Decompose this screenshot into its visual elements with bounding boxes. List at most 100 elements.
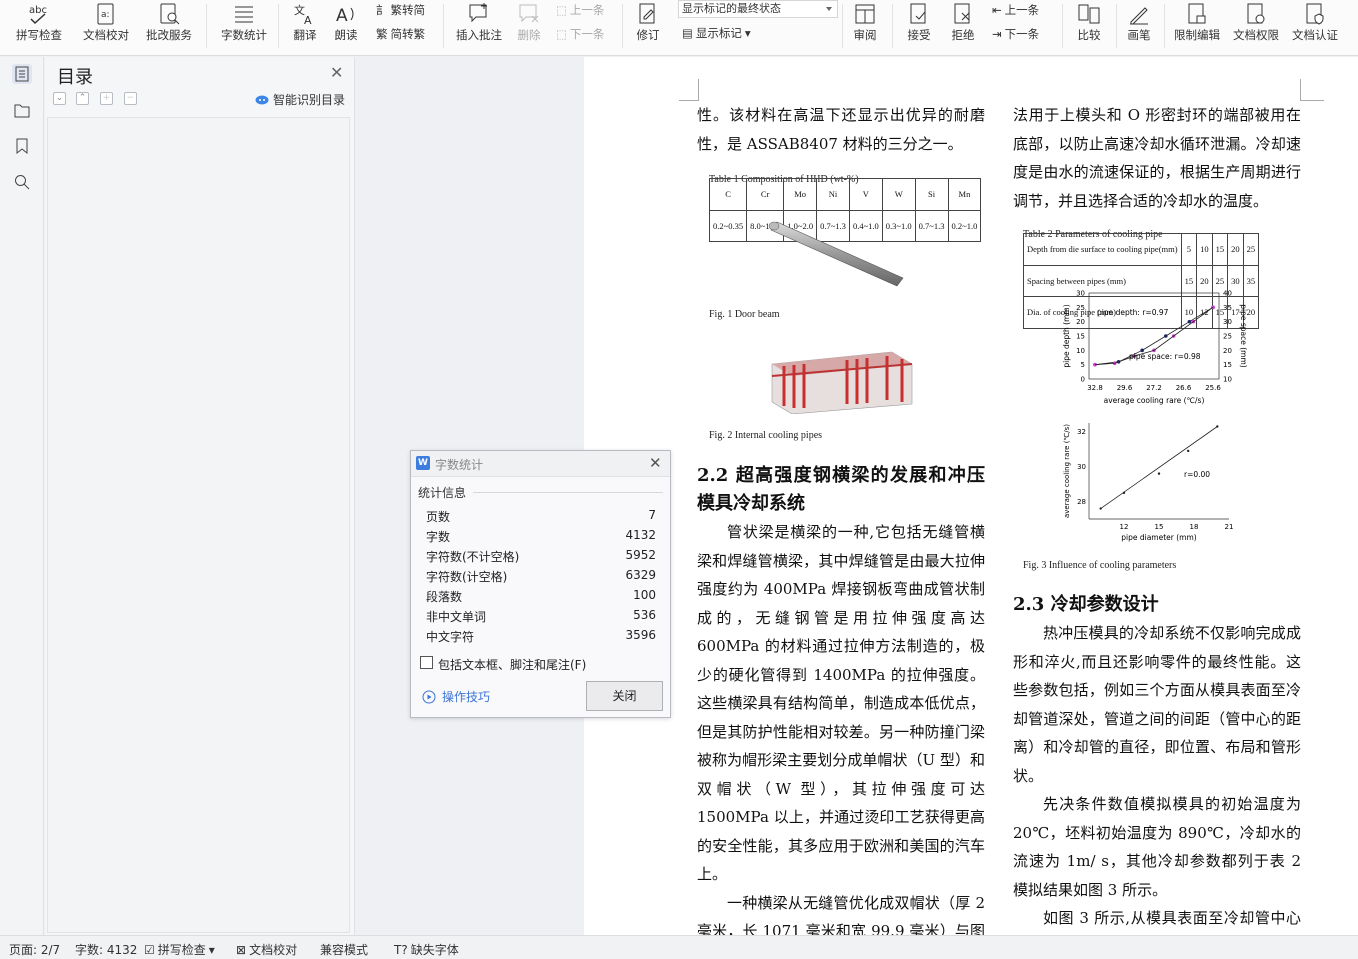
stat-row: 中文字符 3596 [426, 628, 656, 645]
x-tick-label: 25.6 [1205, 384, 1221, 392]
document-page[interactable]: 性。该材料在高温下还显示出优异的耐磨性，是 ASSAB8407 材料的三分之一。… [584, 57, 1358, 935]
shield-icon [1306, 3, 1324, 25]
data-point [1099, 507, 1102, 510]
translate-label: 翻译 [293, 28, 317, 42]
translate-icon: 文A [294, 3, 312, 26]
svg-text:a:: a: [101, 10, 110, 20]
y2-tick-label: 15 [1223, 361, 1232, 369]
restrict-edit-button[interactable]: 限制编辑 [1170, 0, 1224, 50]
next-comment-button[interactable]: ⬚ 下一条 [556, 24, 604, 44]
tips-link[interactable]: 操作技巧 [422, 688, 490, 705]
doc-proof-button[interactable]: a: 文档校对 [78, 0, 134, 50]
y2-tick-label: 35 [1223, 304, 1232, 312]
y-tick-label: 32 [1077, 428, 1086, 436]
insert-comment-button[interactable]: 插入批注 [452, 0, 506, 50]
door-beam-figure [768, 221, 904, 287]
fig2-caption: Fig. 2 Internal cooling pipes [709, 430, 823, 441]
x-tick-label: 18 [1190, 523, 1199, 531]
data-point [1122, 491, 1126, 495]
close-icon[interactable]: ✕ [330, 63, 343, 82]
table-cell: Cr [746, 178, 785, 211]
next-change-label: 下一条 [1004, 27, 1040, 41]
markup-display-dropdown[interactable]: 显示标记的最终状态 [678, 0, 838, 18]
include-textbox-checkbox[interactable] [420, 656, 433, 669]
status-bar: 页面: 2/7 字数: 4132 ☑ 拼写检查 ▾ ⊠ 文档校对 兼容模式 T? 缺失字… [0, 935, 1358, 959]
bookmark-icon[interactable] [12, 136, 32, 156]
smart-toc-label: 智能识别目录 [273, 93, 346, 107]
chart-annotation: pipe depth: r=0.97 [1097, 308, 1169, 317]
prev-comment-button[interactable]: ⬚ 上一条 [556, 0, 604, 20]
spell-check-button[interactable]: abc 拼写检查 [8, 0, 70, 50]
table-cell: 15 [1211, 233, 1229, 266]
read-aloud-icon: A [336, 6, 354, 26]
track-changes-button[interactable]: 修订 [630, 0, 666, 50]
stat-label: 中文字符 [426, 630, 475, 644]
prev-change-button[interactable]: ⇤ 上一条 [992, 0, 1039, 20]
paragraph: 热冲压模具的冷却系统不仅影响完成成形和淬火,而且还影响零件的最终性能。这些参数包… [1013, 624, 1301, 785]
font-warning-icon: T? [394, 942, 408, 957]
cooling-chart-2: 12 15 18 21 28 30 32 pipe diameter (mm) average … [1063, 423, 1233, 542]
add-item-icon[interactable]: + [100, 92, 113, 105]
collapse-all-icon[interactable]: ⌄ [53, 92, 66, 105]
toc-list-area[interactable] [47, 117, 350, 933]
folder-nav-icon[interactable] [12, 100, 32, 120]
prev-comment-icon: ⬚ [556, 3, 567, 17]
table-cell: 5 [1180, 233, 1198, 266]
close-button[interactable]: 关闭 [586, 681, 663, 711]
x-tick-label: 29.6 [1117, 384, 1133, 392]
pen-label: 画笔 [1127, 28, 1151, 42]
word-count-label: 字数统计 [221, 28, 267, 42]
dialog-titlebar[interactable]: W 字数统计 ✕ [411, 451, 670, 477]
review-service-button[interactable]: 批改服务 [138, 0, 200, 50]
remove-item-icon[interactable]: − [124, 92, 137, 105]
trad-to-simp-button[interactable]: 訁繁转简 [376, 0, 425, 20]
cooling-pipes-figure [771, 351, 913, 414]
word-count-button[interactable]: 字数统计 [216, 0, 272, 50]
delete-comment-button[interactable]: 删除 [510, 0, 548, 50]
close-icon[interactable]: ✕ [649, 454, 662, 472]
doc-proof-label: 文档校对 [83, 28, 129, 42]
show-markup-button[interactable]: ▤ 显示标记 ▾ [682, 23, 751, 43]
word-count-indicator[interactable]: 字数: 4132 [75, 941, 137, 958]
next-change-icon: ⇥ [992, 27, 1002, 41]
include-textbox-label[interactable]: 包括文本框、脚注和尾注(F) [438, 656, 586, 673]
expand-icon[interactable]: ⌃ [76, 92, 89, 105]
review-button[interactable]: 审阅 [846, 0, 884, 50]
cloud-ai-icon [255, 95, 269, 105]
doc-permission-button[interactable]: 文档权限 [1229, 0, 1283, 50]
status-doc-proof[interactable]: ⊠ 文档校对 [236, 941, 297, 958]
y2-tick-label: 40 [1223, 290, 1232, 298]
doc-certify-button[interactable]: 文档认证 [1288, 0, 1342, 50]
simp-to-trad-button[interactable]: 繁简转繁 [376, 24, 425, 44]
play-circle-icon [422, 690, 436, 703]
compare-label: 比较 [1077, 28, 1101, 42]
pen-button[interactable]: 画笔 [1122, 0, 1156, 50]
y-tick-label: 30 [1076, 290, 1085, 298]
reject-button[interactable]: 拒绝 [944, 0, 982, 50]
status-spell-check[interactable]: ☑ 拼写检查 ▾ [144, 941, 215, 958]
accept-button[interactable]: 接受 [900, 0, 938, 50]
toc-icon[interactable] [12, 64, 32, 84]
read-aloud-button[interactable]: A 朗读 [330, 0, 362, 50]
compare-button[interactable]: 比较 [1070, 0, 1108, 50]
y-tick-label: 15 [1076, 333, 1085, 341]
search-icon[interactable] [12, 172, 32, 192]
y2-tick-label: 30 [1223, 318, 1232, 326]
smart-toc-button[interactable]: 智能识别目录 [255, 91, 345, 108]
table-cell: Mo [783, 178, 818, 211]
next-change-button[interactable]: ⇥ 下一条 [992, 24, 1039, 44]
missing-font-button[interactable]: T? 缺失字体 [394, 941, 459, 958]
stats-group-label: 统计信息 [418, 486, 467, 500]
page-indicator[interactable]: 页面: 2/7 [9, 941, 60, 958]
svg-text:A: A [336, 6, 348, 26]
delete-label: 删除 [517, 28, 541, 42]
tips-label: 操作技巧 [442, 690, 491, 704]
doc-proof-icon: a: [97, 3, 114, 25]
wps-writer-icon: W [416, 456, 430, 470]
review-service-label: 批改服务 [146, 28, 192, 42]
next-comment-label: 下一条 [569, 27, 605, 41]
margin-corner-right [1300, 79, 1324, 101]
figure-block: Table 2 Parameters of cooling pipe Depth… [1013, 221, 1301, 591]
y2-tick-label: 10 [1223, 376, 1232, 384]
translate-button[interactable]: 文A 翻译 [286, 0, 324, 50]
